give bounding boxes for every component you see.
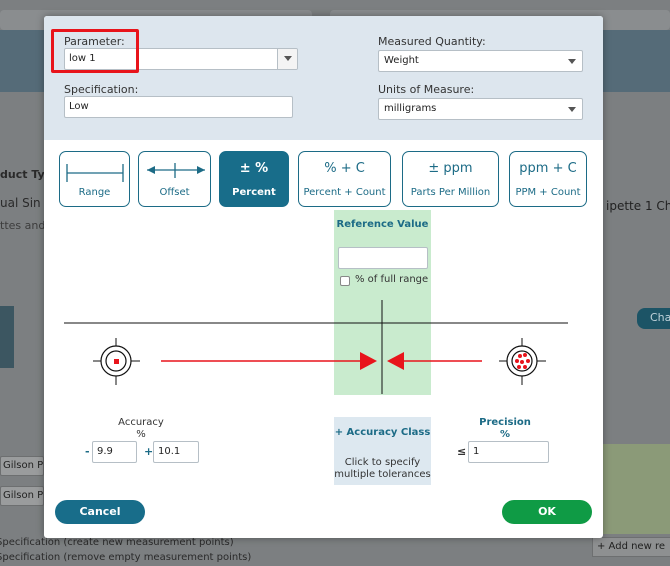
precision-unit: %: [499, 429, 511, 440]
right-arrow-icon: [387, 352, 482, 370]
background-pipette-text: ipette 1 Ch: [606, 199, 670, 213]
background-gilson-row-2[interactable]: Gilson P: [0, 486, 44, 506]
background-gilson-row-1[interactable]: Gilson P: [0, 456, 44, 476]
accuracy-diagram: [64, 300, 568, 394]
accuracy-plus-input[interactable]: 10.1: [153, 441, 199, 463]
accuracy-minus-sign: -: [85, 445, 90, 458]
cancel-button[interactable]: Cancel: [55, 500, 145, 524]
precision-input[interactable]: 1: [468, 441, 549, 463]
background-manual-single-text: ual Sin: [0, 196, 41, 210]
left-arrow-icon: [161, 352, 377, 370]
accuracy-title: Accuracy: [118, 417, 164, 428]
background-spec-create[interactable]: Specification (create new measurement po…: [0, 537, 234, 548]
precision-title: Precision: [479, 417, 531, 428]
accuracy-unit: %: [136, 429, 146, 440]
accuracy-class-description: Click to specify multiple tolerances: [334, 457, 431, 480]
background-green-panel: [602, 444, 670, 534]
accuracy-class-button[interactable]: + Accuracy Class Click to specify multip…: [334, 417, 431, 485]
precision-label: Precision %: [472, 417, 538, 441]
background-channel-button[interactable]: Cha: [637, 308, 670, 329]
accuracy-label: Accuracy %: [108, 417, 174, 441]
background-add-new-button[interactable]: + Add new re: [592, 537, 670, 557]
background-device-image: [0, 306, 14, 368]
precision-le-sign: ≤: [457, 445, 467, 458]
tolerance-dialog: Parameter: low 1 Specification: Low Meas…: [44, 16, 603, 538]
ok-button[interactable]: OK: [502, 500, 592, 524]
accuracy-minus-input[interactable]: 9.9: [92, 441, 137, 463]
accuracy-target-icon: [93, 338, 140, 385]
precision-target-icon: [499, 338, 546, 385]
background-spec-remove[interactable]: Specification (remove empty measurement …: [0, 552, 251, 563]
accuracy-class-title: + Accuracy Class: [334, 427, 431, 438]
accuracy-plus-sign: +: [144, 445, 154, 458]
background-tes-text: ttes and: [0, 219, 46, 232]
